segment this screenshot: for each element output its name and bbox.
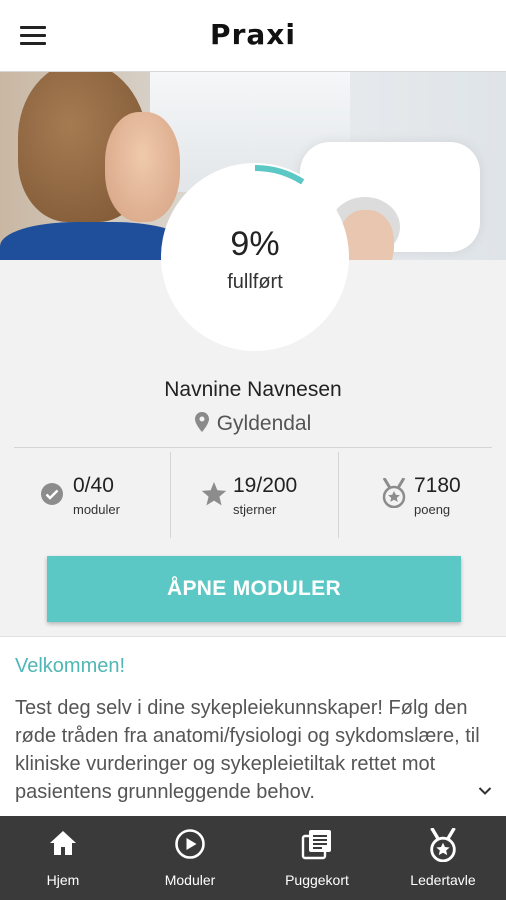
nav-item-leaderboard[interactable]: Ledertavle	[380, 816, 506, 900]
nav-label: Puggekort	[285, 872, 349, 888]
nav-item-modules[interactable]: Moduler	[127, 816, 253, 900]
nav-label: Ledertavle	[410, 872, 476, 888]
progress-circle: 9% fullført	[161, 163, 349, 351]
nav-item-home[interactable]: Hjem	[0, 816, 126, 900]
stat-stars: 19/200 stjerner	[201, 452, 331, 538]
medal-icon	[380, 477, 408, 513]
nav-item-flashcards[interactable]: Puggekort	[254, 816, 380, 900]
stat-value: 0/40	[73, 474, 114, 497]
user-name: Navnine Navnesen	[164, 378, 342, 401]
stat-label: moduler	[73, 502, 120, 517]
play-circle-icon	[127, 828, 253, 862]
home-icon	[0, 828, 126, 862]
welcome-card: Velkommen! Test deg selv i dine sykeplei…	[0, 636, 506, 816]
flashcards-icon	[254, 828, 380, 862]
medal-icon	[380, 828, 506, 862]
divider	[338, 452, 339, 538]
stats-row: 0/40 moduler 19/200 stjerner 7180 poeng	[0, 452, 506, 538]
chevron-down-icon[interactable]	[478, 783, 492, 801]
stat-label: poeng	[414, 502, 451, 517]
top-app-bar: Praxi	[0, 0, 506, 72]
user-location: Gyldendal	[0, 412, 506, 438]
bottom-navigation: Hjem Moduler Puggekort Ledertavle	[0, 816, 506, 900]
progress-percent: 9%	[230, 225, 280, 263]
location-text: Gyldendal	[216, 412, 312, 435]
star-icon	[201, 482, 227, 512]
nav-label: Hjem	[46, 872, 80, 888]
divider	[170, 452, 171, 538]
app-logo: Praxi	[210, 18, 296, 51]
location-pin-icon	[194, 412, 209, 438]
stat-points: 7180 poeng	[380, 452, 490, 538]
stat-modules: 0/40 moduler	[40, 452, 165, 538]
divider	[14, 447, 492, 448]
stat-value: 7180	[414, 474, 461, 497]
welcome-title: Velkommen!	[15, 655, 126, 677]
open-modules-button[interactable]: ÅPNE MODULER	[47, 556, 461, 622]
progress-label: fullført	[227, 271, 283, 293]
welcome-text: Test deg selv i dine sykepleiekunnskaper…	[15, 697, 480, 803]
stat-label: stjerner	[233, 502, 277, 517]
check-circle-icon	[40, 482, 64, 511]
stat-value: 19/200	[233, 474, 298, 497]
nav-label: Moduler	[164, 872, 216, 888]
